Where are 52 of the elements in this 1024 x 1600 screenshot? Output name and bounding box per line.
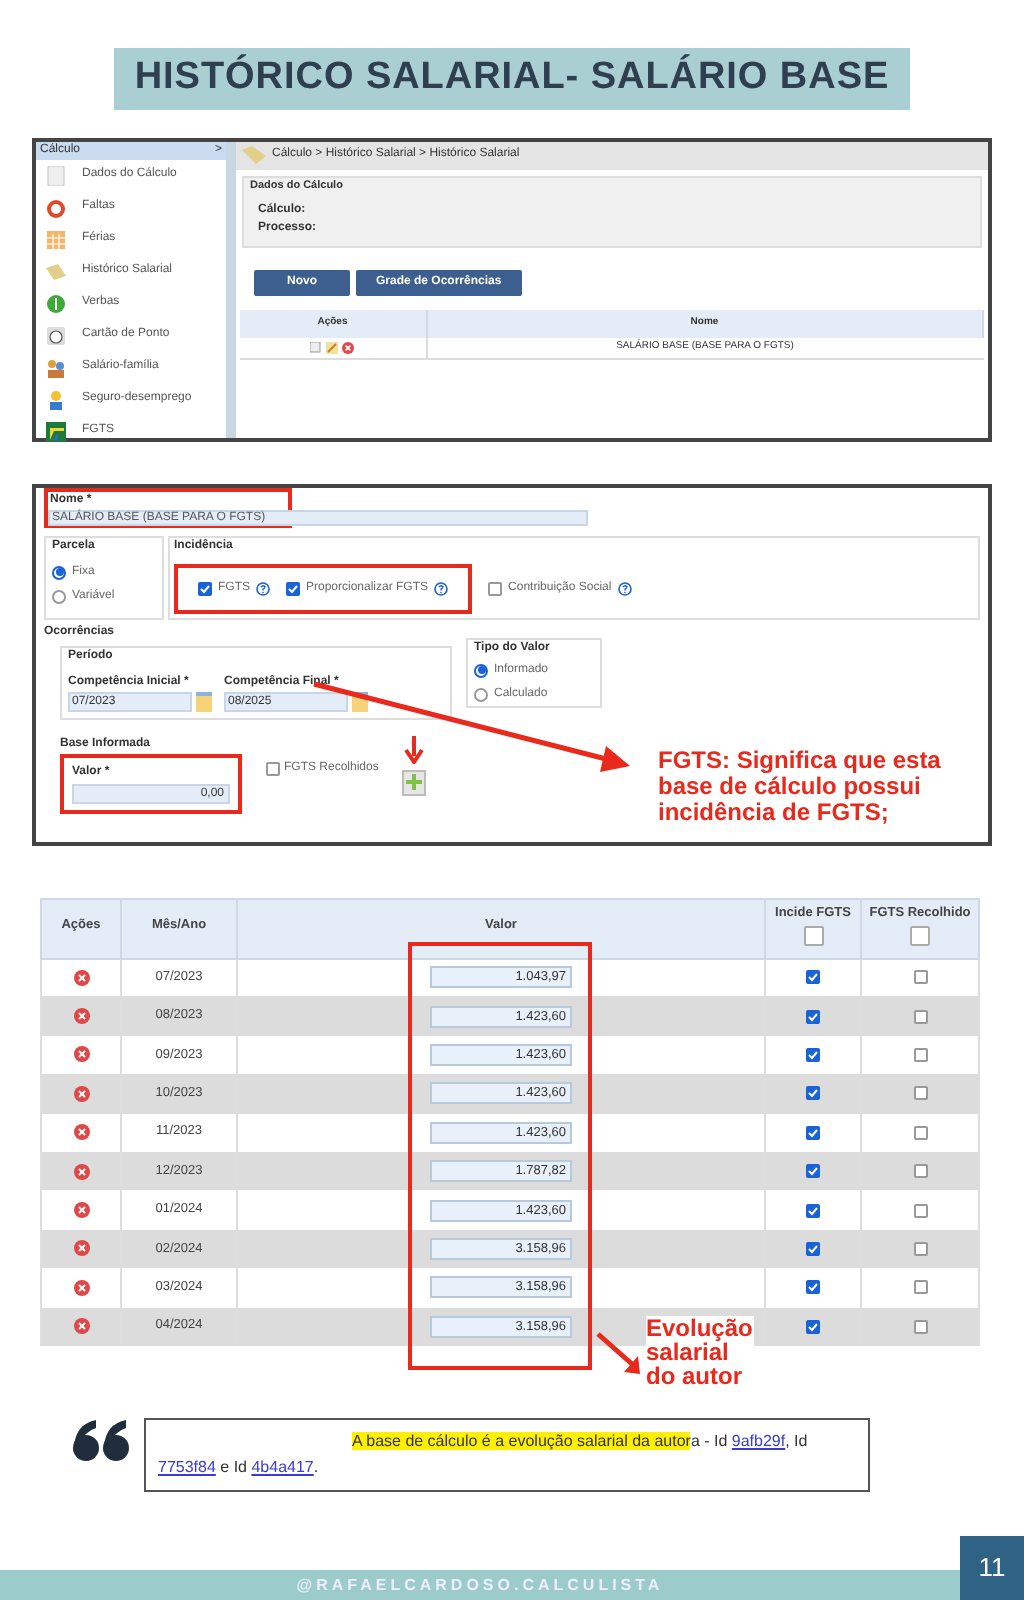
family-icon <box>46 357 66 377</box>
help-icon[interactable] <box>434 581 449 595</box>
pencil-icon[interactable] <box>326 341 339 354</box>
delete-icon[interactable] <box>73 1202 89 1219</box>
worker-icon <box>46 389 66 409</box>
checkbox[interactable] <box>913 1086 927 1101</box>
annotation: FGTS: Significa que esta base de cálculo possui incidência de FGTS; <box>658 747 943 825</box>
annotation: Evolução salarial do autor <box>646 1315 754 1387</box>
checkbox[interactable] <box>913 1319 927 1334</box>
delete-icon[interactable] <box>73 1318 89 1335</box>
page-number: 11 <box>960 1536 1024 1600</box>
checkbox[interactable] <box>266 761 280 775</box>
delete-icon[interactable] <box>73 1124 89 1141</box>
plus-icon <box>406 774 423 790</box>
link[interactable]: 7753f84 <box>158 1457 216 1476</box>
delete-icon[interactable] <box>73 1008 89 1025</box>
arrow <box>596 1331 644 1375</box>
footer-handle: @RAFAELCARDOSO.CALCULISTA <box>296 1573 664 1597</box>
clock-icon <box>46 325 66 345</box>
quotation-mark-icon <box>72 1417 132 1462</box>
help-icon[interactable] <box>256 581 270 595</box>
radio-button[interactable] <box>474 663 488 677</box>
delete-icon[interactable] <box>73 1085 89 1102</box>
calendar-icon <box>46 229 66 249</box>
down-arrow <box>404 735 425 763</box>
checkbox[interactable] <box>913 1280 927 1295</box>
delete-icon[interactable] <box>73 1240 89 1257</box>
help-icon[interactable] <box>617 581 632 595</box>
delete-icon[interactable] <box>73 1279 89 1296</box>
checkbox[interactable] <box>913 1009 927 1024</box>
link[interactable]: 4b4a417 <box>251 1457 314 1476</box>
checkbox[interactable] <box>913 1241 927 1256</box>
delete-icon[interactable] <box>342 341 355 354</box>
checkbox[interactable] <box>913 1125 927 1140</box>
radio-button[interactable] <box>474 687 488 701</box>
radio-button[interactable] <box>52 589 66 603</box>
delete-icon[interactable] <box>73 1163 89 1180</box>
checkbox[interactable] <box>913 1203 927 1218</box>
link[interactable]: 9afb29f <box>731 1431 786 1450</box>
document-icon <box>46 165 66 185</box>
add-button[interactable] <box>402 769 427 795</box>
checkbox[interactable] <box>913 970 927 985</box>
delete-icon[interactable] <box>73 1046 89 1063</box>
calendar-icon[interactable] <box>196 691 212 711</box>
delete-icon[interactable] <box>73 969 89 986</box>
header-checkbox[interactable] <box>910 926 930 947</box>
page-title: HISTÓRICO SALARIAL- SALÁRIO BASE <box>114 48 910 109</box>
checkbox[interactable] <box>488 581 503 595</box>
checkbox[interactable] <box>913 1047 927 1062</box>
radio-button[interactable] <box>52 565 66 579</box>
header-checkbox[interactable] <box>803 926 823 947</box>
checkbox[interactable] <box>913 1164 927 1179</box>
